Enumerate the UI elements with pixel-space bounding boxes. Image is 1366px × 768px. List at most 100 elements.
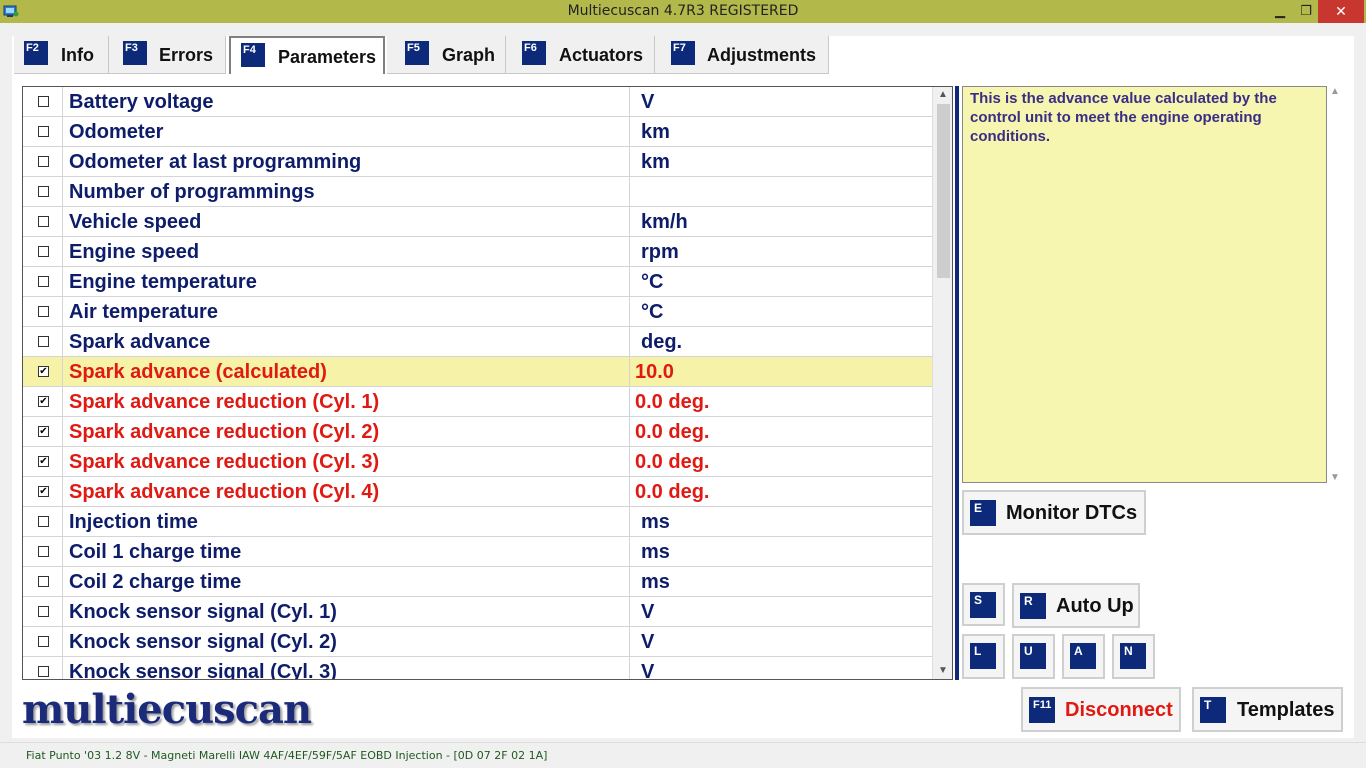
parameter-value: °C	[629, 297, 934, 327]
parameter-name: Air temperature	[69, 301, 218, 323]
parameter-row[interactable]: Battery voltage V	[23, 87, 934, 117]
parameter-name: Engine temperature	[69, 271, 257, 293]
parameter-name: Engine speed	[69, 241, 200, 263]
tab-adjustments[interactable]: F7 Adjustments	[655, 36, 829, 74]
vehicle-ecu-status: Fiat Punto '03 1.2 8V - Magneti Marelli …	[26, 749, 548, 762]
n-button[interactable]: N	[1112, 634, 1155, 679]
tab-actuators[interactable]: F6 Actuators	[506, 36, 655, 74]
minimize-button[interactable]: ▁	[1266, 0, 1294, 23]
tab-info[interactable]: F2 Info	[14, 36, 109, 74]
parameter-row[interactable]: Coil 1 charge time ms	[23, 537, 934, 567]
auto-up-button[interactable]: R Auto Up	[1012, 583, 1140, 628]
parameter-description: This is the advance value calculated by …	[962, 86, 1327, 483]
parameter-row[interactable]: ✔ Spark advance reduction (Cyl. 1) 0.0 d…	[23, 387, 934, 417]
f3-key-badge: F3	[123, 41, 147, 65]
f7-key-badge: F7	[671, 41, 695, 65]
parameter-checkbox-checked[interactable]: ✔	[38, 396, 49, 407]
scrollbar-thumb[interactable]	[937, 104, 950, 278]
parameter-row[interactable]: Air temperature °C	[23, 297, 934, 327]
tab-graph[interactable]: F5 Graph	[387, 36, 506, 74]
n-key-badge: N	[1120, 643, 1146, 669]
parameter-value: km	[629, 117, 934, 147]
parameter-row-selected[interactable]: ✔ Spark advance (calculated) 10.0	[23, 357, 934, 387]
parameter-row[interactable]: Engine temperature °C	[23, 267, 934, 297]
parameter-row[interactable]: Injection time ms	[23, 507, 934, 537]
a-key-badge: A	[1070, 643, 1096, 669]
tab-parameters[interactable]: F4 Parameters	[229, 36, 385, 74]
close-button[interactable]: ✕	[1318, 0, 1364, 23]
templates-button[interactable]: T Templates	[1192, 687, 1343, 732]
parameter-name: Number of programmings	[69, 181, 315, 203]
parameter-value: deg.	[629, 327, 934, 357]
parameter-row[interactable]: Knock sensor signal (Cyl. 1) V	[23, 597, 934, 627]
parameter-checkbox[interactable]	[38, 576, 49, 587]
parameter-checkbox[interactable]	[38, 276, 49, 287]
parameter-row[interactable]: Coil 2 charge time ms	[23, 567, 934, 597]
scroll-down-icon[interactable]: ▼	[1327, 472, 1343, 483]
parameter-checkbox-checked[interactable]: ✔	[38, 486, 49, 497]
parameter-checkbox[interactable]	[38, 186, 49, 197]
parameter-checkbox[interactable]	[38, 216, 49, 227]
parameter-row[interactable]: ✔ Spark advance reduction (Cyl. 4) 0.0 d…	[23, 477, 934, 507]
parameter-row[interactable]: Number of programmings	[23, 177, 934, 207]
parameter-value: ms	[629, 507, 934, 537]
parameter-row[interactable]: ✔ Spark advance reduction (Cyl. 3) 0.0 d…	[23, 447, 934, 477]
parameter-row[interactable]: Odometer at last programming km	[23, 147, 934, 177]
parameter-checkbox[interactable]	[38, 156, 49, 167]
parameter-row[interactable]: Odometer km	[23, 117, 934, 147]
restore-button[interactable]: ❐	[1292, 0, 1320, 23]
parameter-checkbox[interactable]	[38, 306, 49, 317]
parameter-checkbox[interactable]	[38, 96, 49, 107]
parameter-row[interactable]: Spark advance deg.	[23, 327, 934, 357]
tab-label: Parameters	[278, 47, 377, 67]
parameter-value: ms	[629, 537, 934, 567]
parameter-checkbox[interactable]	[38, 666, 49, 677]
parameter-row[interactable]: Knock sensor signal (Cyl. 2) V	[23, 627, 934, 657]
parameter-value: km/h	[629, 207, 934, 237]
parameter-checkbox[interactable]	[38, 246, 49, 257]
parameter-checkbox[interactable]	[38, 336, 49, 347]
parameter-row[interactable]: Vehicle speed km/h	[23, 207, 934, 237]
parameter-row[interactable]: Knock sensor signal (Cyl. 3) V	[23, 657, 934, 680]
description-scrollbar[interactable]: ▲ ▼	[1327, 86, 1343, 483]
t-key-badge: T	[1200, 697, 1226, 723]
status-bar: Fiat Punto '03 1.2 8V - Magneti Marelli …	[0, 742, 1366, 768]
button-label: Auto Up	[1056, 595, 1134, 617]
parameter-checkbox[interactable]	[38, 606, 49, 617]
parameter-value: 0.0 deg.	[629, 417, 934, 447]
table-scrollbar[interactable]: ▲ ▼	[932, 87, 952, 679]
splitter[interactable]	[955, 86, 959, 680]
parameter-checkbox-checked[interactable]: ✔	[38, 456, 49, 467]
u-button[interactable]: U	[1012, 634, 1055, 679]
parameter-row[interactable]: Engine speed rpm	[23, 237, 934, 267]
parameter-name: Spark advance	[69, 331, 211, 353]
parameter-checkbox[interactable]	[38, 126, 49, 137]
parameter-checkbox-checked[interactable]: ✔	[38, 426, 49, 437]
tab-errors[interactable]: F3 Errors	[109, 36, 226, 74]
parameter-value: ms	[629, 567, 934, 597]
title-bar: Multiecuscan 4.7R3 REGISTERED ▁ ❐ ✕	[0, 0, 1366, 23]
monitor-dtcs-button[interactable]: E Monitor DTCs	[962, 490, 1146, 535]
parameter-row[interactable]: ✔ Spark advance reduction (Cyl. 2) 0.0 d…	[23, 417, 934, 447]
parameter-name: Spark advance reduction (Cyl. 1)	[69, 391, 380, 413]
a-button[interactable]: A	[1062, 634, 1105, 679]
parameter-checkbox[interactable]	[38, 516, 49, 527]
scroll-down-icon[interactable]: ▼	[933, 663, 953, 679]
parameter-value: km	[629, 147, 934, 177]
parameter-name: Battery voltage	[69, 91, 214, 113]
scroll-up-icon[interactable]: ▲	[1327, 86, 1343, 97]
button-label: Monitor DTCs	[1006, 502, 1138, 524]
scroll-up-icon[interactable]: ▲	[933, 87, 953, 103]
parameter-checkbox-checked[interactable]: ✔	[38, 366, 49, 377]
parameter-value: V	[629, 87, 934, 117]
parameter-checkbox[interactable]	[38, 546, 49, 557]
parameter-name: Odometer at last programming	[69, 151, 362, 173]
s-button[interactable]: S	[962, 583, 1005, 626]
parameter-name: Knock sensor signal (Cyl. 3)	[69, 661, 337, 680]
disconnect-button[interactable]: F11 Disconnect	[1021, 687, 1181, 732]
f4-key-badge: F4	[241, 43, 265, 67]
parameter-checkbox[interactable]	[38, 636, 49, 647]
l-button[interactable]: L	[962, 634, 1005, 679]
r-key-badge: R	[1020, 593, 1046, 619]
parameter-value: 0.0 deg.	[629, 387, 934, 417]
